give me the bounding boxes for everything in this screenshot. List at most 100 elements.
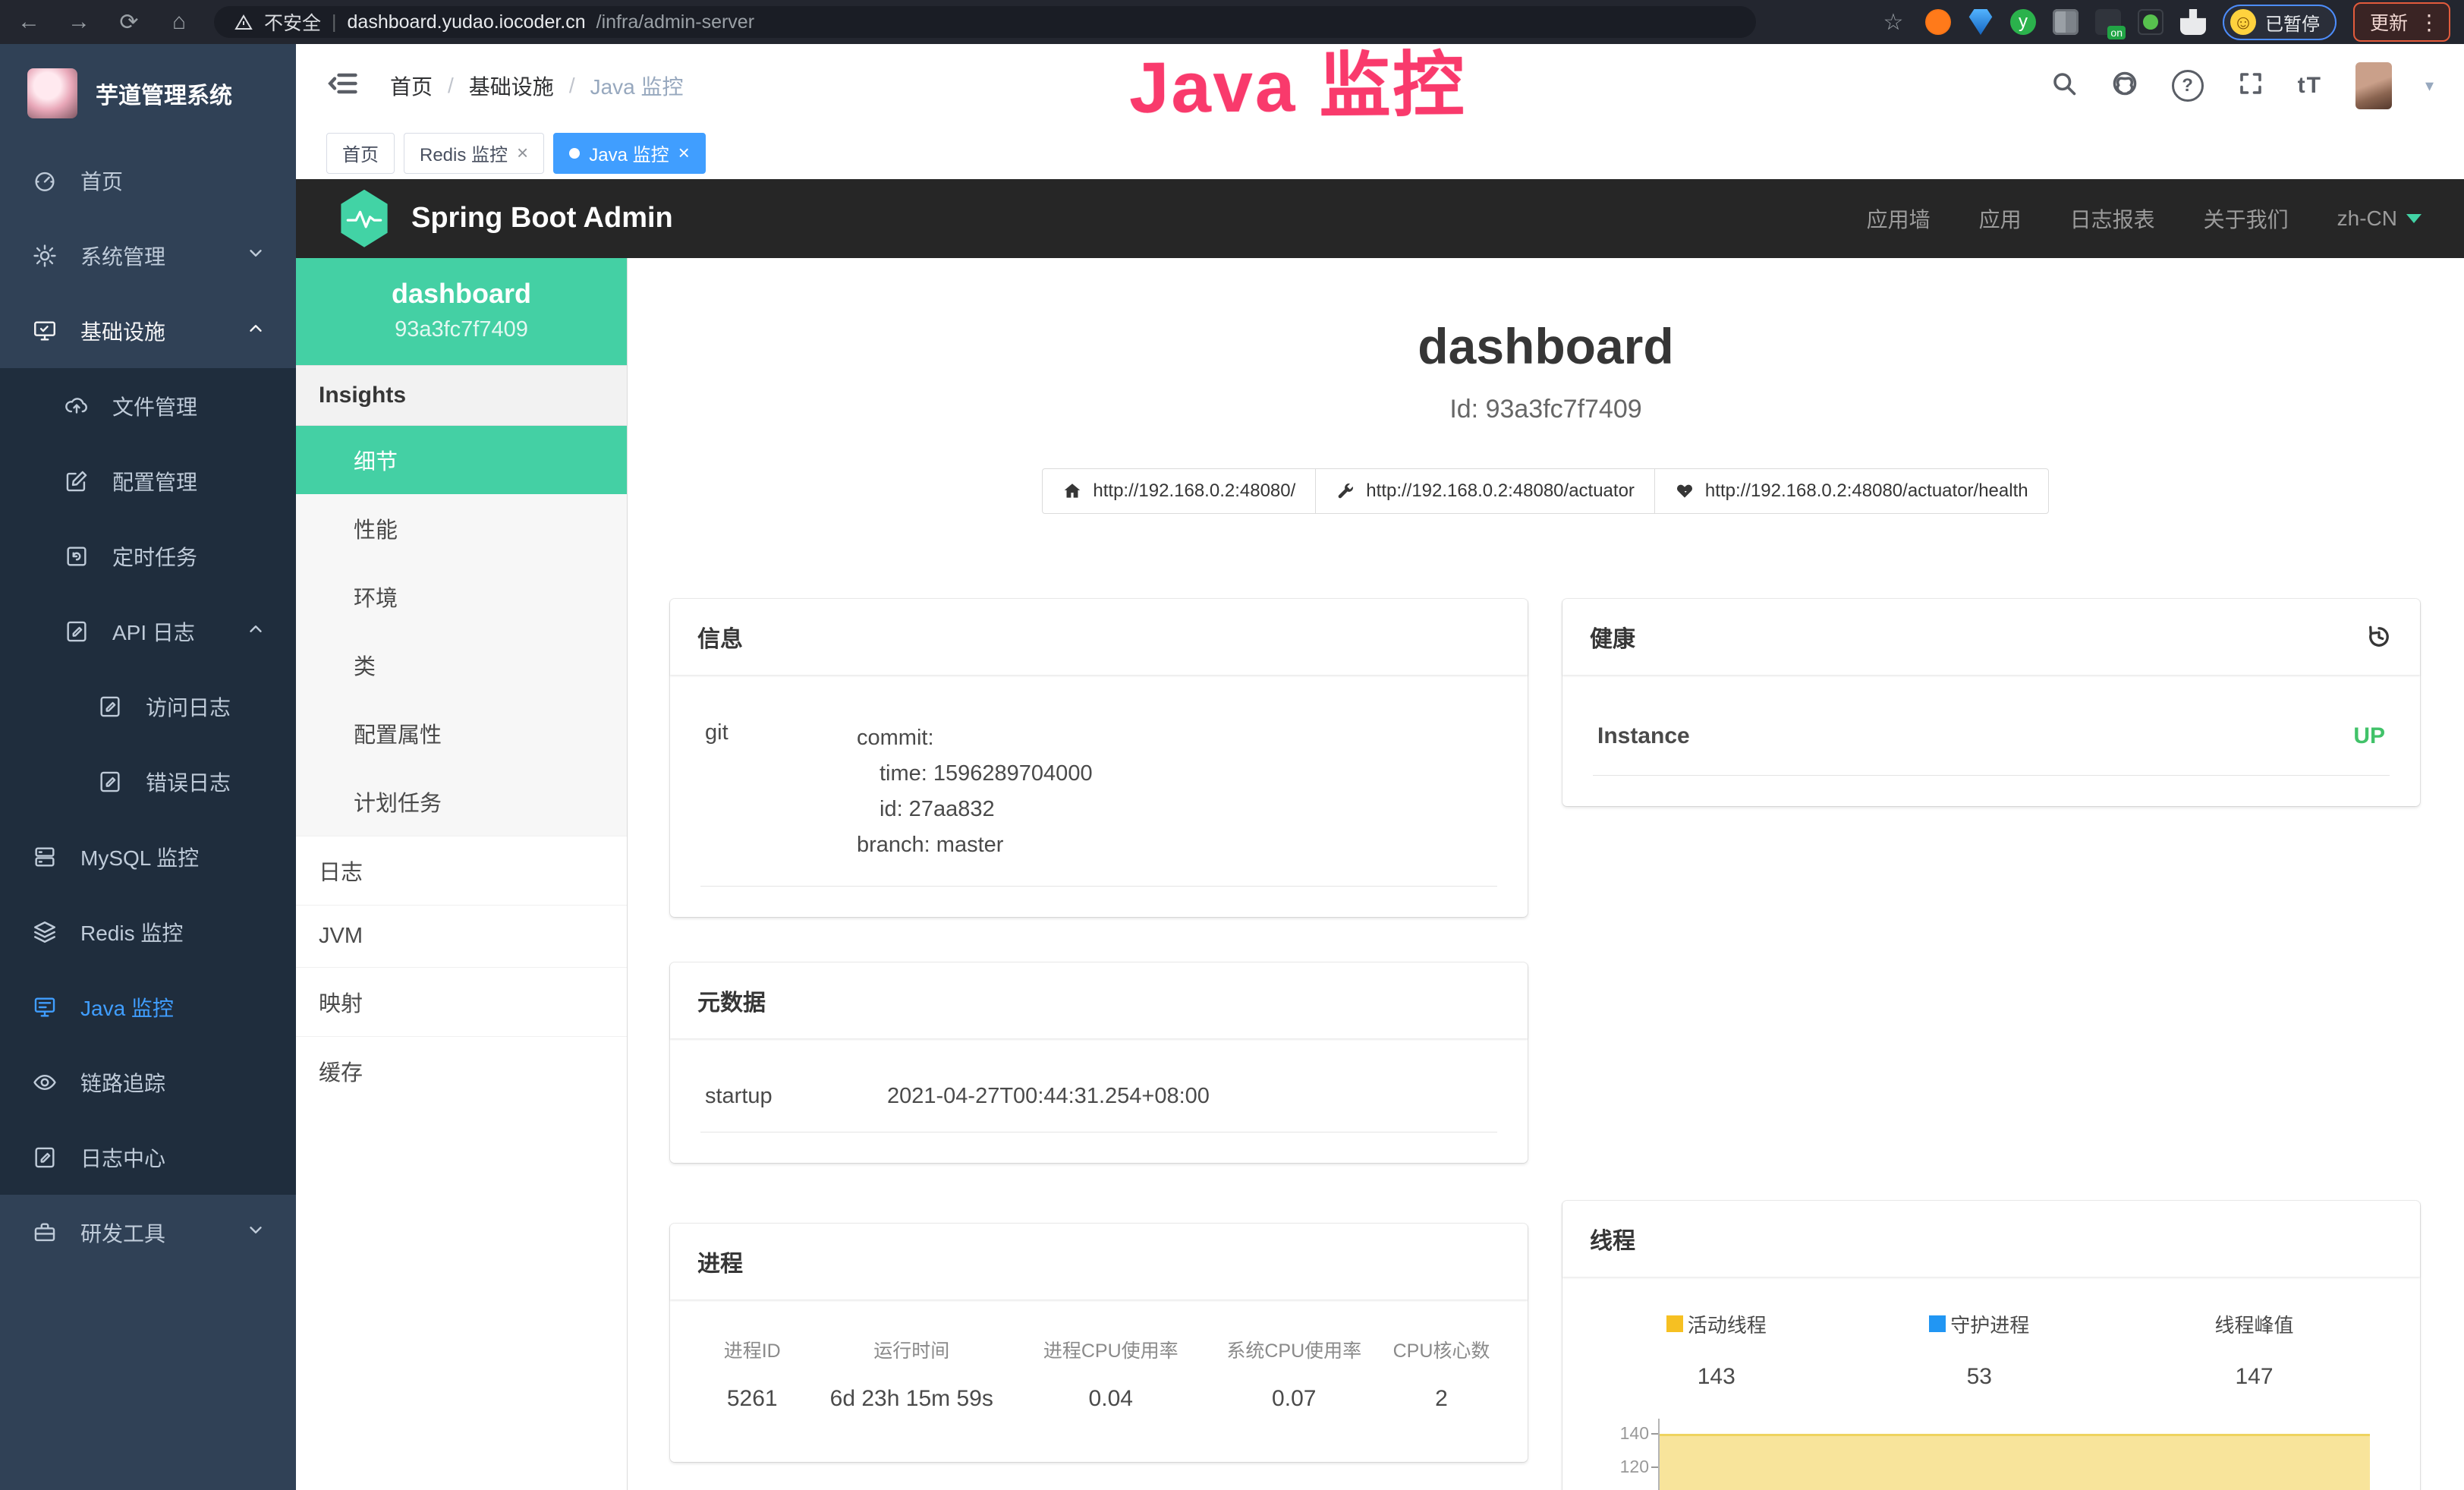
insights-item-details[interactable]: 细节 <box>296 426 627 494</box>
process-col-uptime: 运行时间 6d 23h 15m 59s <box>804 1336 1020 1412</box>
browser-extension-icon[interactable] <box>1968 9 1994 35</box>
browser-extension-icon[interactable]: y <box>2010 9 2036 35</box>
sidebar-item-redis-monitor[interactable]: Redis 监控 <box>0 894 296 969</box>
sidebar-item-config-mgmt[interactable]: 配置管理 <box>0 443 296 518</box>
browser-update-button[interactable]: 更新 ⋮ <box>2353 2 2450 42</box>
history-icon <box>64 543 90 569</box>
instance-nav-jvm[interactable]: JVM <box>296 905 627 967</box>
tab-label: Redis 监控 <box>420 140 508 166</box>
admin-sidebar: 芋道管理系统 首页 系统管理 基础设施 <box>0 44 296 1490</box>
breadcrumb-home[interactable]: 首页 <box>390 71 433 101</box>
health-history-icon[interactable] <box>2365 623 2393 650</box>
note-edit-icon <box>97 694 123 720</box>
bookmark-star-icon[interactable]: ☆ <box>1878 9 1909 36</box>
actuator-url-button[interactable]: http://192.168.0.2:48080/actuator <box>1315 468 1655 514</box>
sidebar-item-file-mgmt[interactable]: 文件管理 <box>0 368 296 443</box>
sidebar-item-label: API 日志 <box>112 616 195 647</box>
tab-close-icon[interactable]: × <box>678 141 690 165</box>
address-bar[interactable]: 不安全 | dashboard.yudao.iocoder.cn/infra/a… <box>214 6 1756 38</box>
user-menu-caret-icon[interactable]: ▾ <box>2425 76 2434 96</box>
threads-chart-plot-area <box>1658 1423 2370 1490</box>
help-icon[interactable]: ? <box>2172 70 2204 102</box>
forward-icon[interactable]: → <box>64 9 94 35</box>
sba-nav-about[interactable]: 关于我们 <box>2204 203 2289 234</box>
cell-value: 2 <box>1386 1386 1497 1412</box>
sidebar-fold-icon[interactable] <box>326 67 360 104</box>
sidebar-item-java-monitor[interactable]: Java 监控 <box>0 969 296 1044</box>
insights-item-environment[interactable]: 环境 <box>296 562 627 631</box>
insights-item-scheduled-tasks[interactable]: 计划任务 <box>296 767 627 836</box>
legend-value: 143 <box>1593 1364 1840 1390</box>
app-logo-row: 芋道管理系统 <box>0 44 296 143</box>
sba-brand-title[interactable]: Spring Boot Admin <box>411 202 673 235</box>
home-icon[interactable]: ⌂ <box>164 9 194 35</box>
reload-icon[interactable]: ⟳ <box>114 9 144 36</box>
cell-value: 0.04 <box>1019 1386 1203 1412</box>
git-branch-line: branch: master <box>857 827 1093 863</box>
wrench-icon <box>1336 481 1355 501</box>
sidebar-item-access-logs[interactable]: 访问日志 <box>0 669 296 744</box>
insights-item-config-props[interactable]: 配置属性 <box>296 699 627 767</box>
breadcrumb: 首页 / 基础设施 / Java 监控 <box>390 71 684 101</box>
metadata-card: 元数据 startup 2021-04-27T00:44:31.254+08:0… <box>670 962 1528 1163</box>
browser-extension-icon[interactable] <box>2053 9 2079 35</box>
insights-item-classes[interactable]: 类 <box>296 631 627 699</box>
instance-app-name: dashboard <box>304 278 619 310</box>
search-icon[interactable] <box>2050 70 2078 101</box>
sidebar-item-dev-tools[interactable]: 研发工具 <box>0 1195 296 1270</box>
insights-item-metrics[interactable]: 性能 <box>296 494 627 562</box>
sidebar-item-infrastructure[interactable]: 基础设施 <box>0 293 296 368</box>
spring-boot-admin-logo <box>338 190 390 247</box>
sba-nav-links: 应用墙 应用 日志报表 关于我们 zh-CN <box>1867 203 2422 234</box>
browser-extension-icon[interactable]: on <box>2095 9 2121 35</box>
browser-menu-icon[interactable]: ⋮ <box>2418 10 2440 35</box>
instance-nav-logs[interactable]: 日志 <box>296 836 627 905</box>
extensions-puzzle-icon[interactable] <box>2180 9 2206 35</box>
browser-extension-icon[interactable] <box>1925 9 1951 35</box>
sba-language-value: zh-CN <box>2337 206 2397 231</box>
process-card-title: 进程 <box>697 1245 743 1278</box>
column-header: 进程CPU使用率 <box>1019 1336 1203 1363</box>
legend-swatch-yellow <box>1666 1315 1683 1332</box>
github-icon[interactable] <box>2111 70 2138 101</box>
metadata-startup-row: startup 2021-04-27T00:44:31.254+08:00 <box>700 1064 1497 1132</box>
health-url-button[interactable]: http://192.168.0.2:48080/actuator/health <box>1654 468 2049 514</box>
paused-extension-badge[interactable]: ☺ 已暂停 <box>2223 5 2337 40</box>
instance-nav-caches[interactable]: 缓存 <box>296 1036 627 1105</box>
tab-close-icon[interactable]: × <box>517 141 528 165</box>
instance-nav-mappings[interactable]: 映射 <box>296 967 627 1036</box>
sidebar-item-home[interactable]: 首页 <box>0 143 296 218</box>
service-url-button[interactable]: http://192.168.0.2:48080/ <box>1042 468 1316 514</box>
sidebar-menu: 首页 系统管理 基础设施 文件管理 配置管理 <box>0 143 296 1270</box>
back-icon[interactable]: ← <box>14 9 44 35</box>
breadcrumb-infrastructure[interactable]: 基础设施 <box>469 71 554 101</box>
sidebar-item-mysql-monitor[interactable]: MySQL 监控 <box>0 819 296 894</box>
legend-value: 147 <box>2119 1364 2390 1390</box>
breadcrumb-current: Java 监控 <box>590 71 684 101</box>
sba-navbar: Spring Boot Admin 应用墙 应用 日志报表 关于我们 zh-CN <box>296 179 2464 258</box>
tab-home[interactable]: 首页 <box>326 133 395 174</box>
insecure-warning-icon[interactable] <box>234 14 253 30</box>
tab-java-monitor[interactable]: Java 监控 × <box>553 133 706 174</box>
instance-header[interactable]: dashboard 93a3fc7f7409 <box>296 258 627 365</box>
sidebar-item-system-mgmt[interactable]: 系统管理 <box>0 218 296 293</box>
git-id-line: id: 27aa832 <box>857 792 1093 827</box>
health-instance-row[interactable]: Instance UP <box>1593 701 2390 776</box>
sidebar-item-api-logs[interactable]: API 日志 <box>0 594 296 669</box>
info-row-label: git <box>705 720 857 863</box>
sidebar-item-label: 系统管理 <box>80 241 165 271</box>
sidebar-item-scheduled-jobs[interactable]: 定时任务 <box>0 518 296 594</box>
font-size-icon[interactable]: tT <box>2298 73 2322 99</box>
user-avatar[interactable] <box>2355 62 2392 109</box>
sidebar-item-log-center[interactable]: 日志中心 <box>0 1120 296 1195</box>
tab-redis-monitor[interactable]: Redis 监控 × <box>404 133 544 174</box>
fullscreen-icon[interactable] <box>2237 70 2264 101</box>
sidebar-item-tracing[interactable]: 链路追踪 <box>0 1044 296 1120</box>
sba-language-select[interactable]: zh-CN <box>2337 206 2422 231</box>
browser-extension-icon[interactable] <box>2138 9 2163 35</box>
sba-nav-journal[interactable]: 日志报表 <box>2070 203 2155 234</box>
sba-nav-wallboard[interactable]: 应用墙 <box>1867 203 1931 234</box>
sidebar-item-error-logs[interactable]: 错误日志 <box>0 744 296 819</box>
health-card: 健康 Instance UP <box>1562 599 2420 806</box>
sba-nav-applications[interactable]: 应用 <box>1979 203 2022 234</box>
